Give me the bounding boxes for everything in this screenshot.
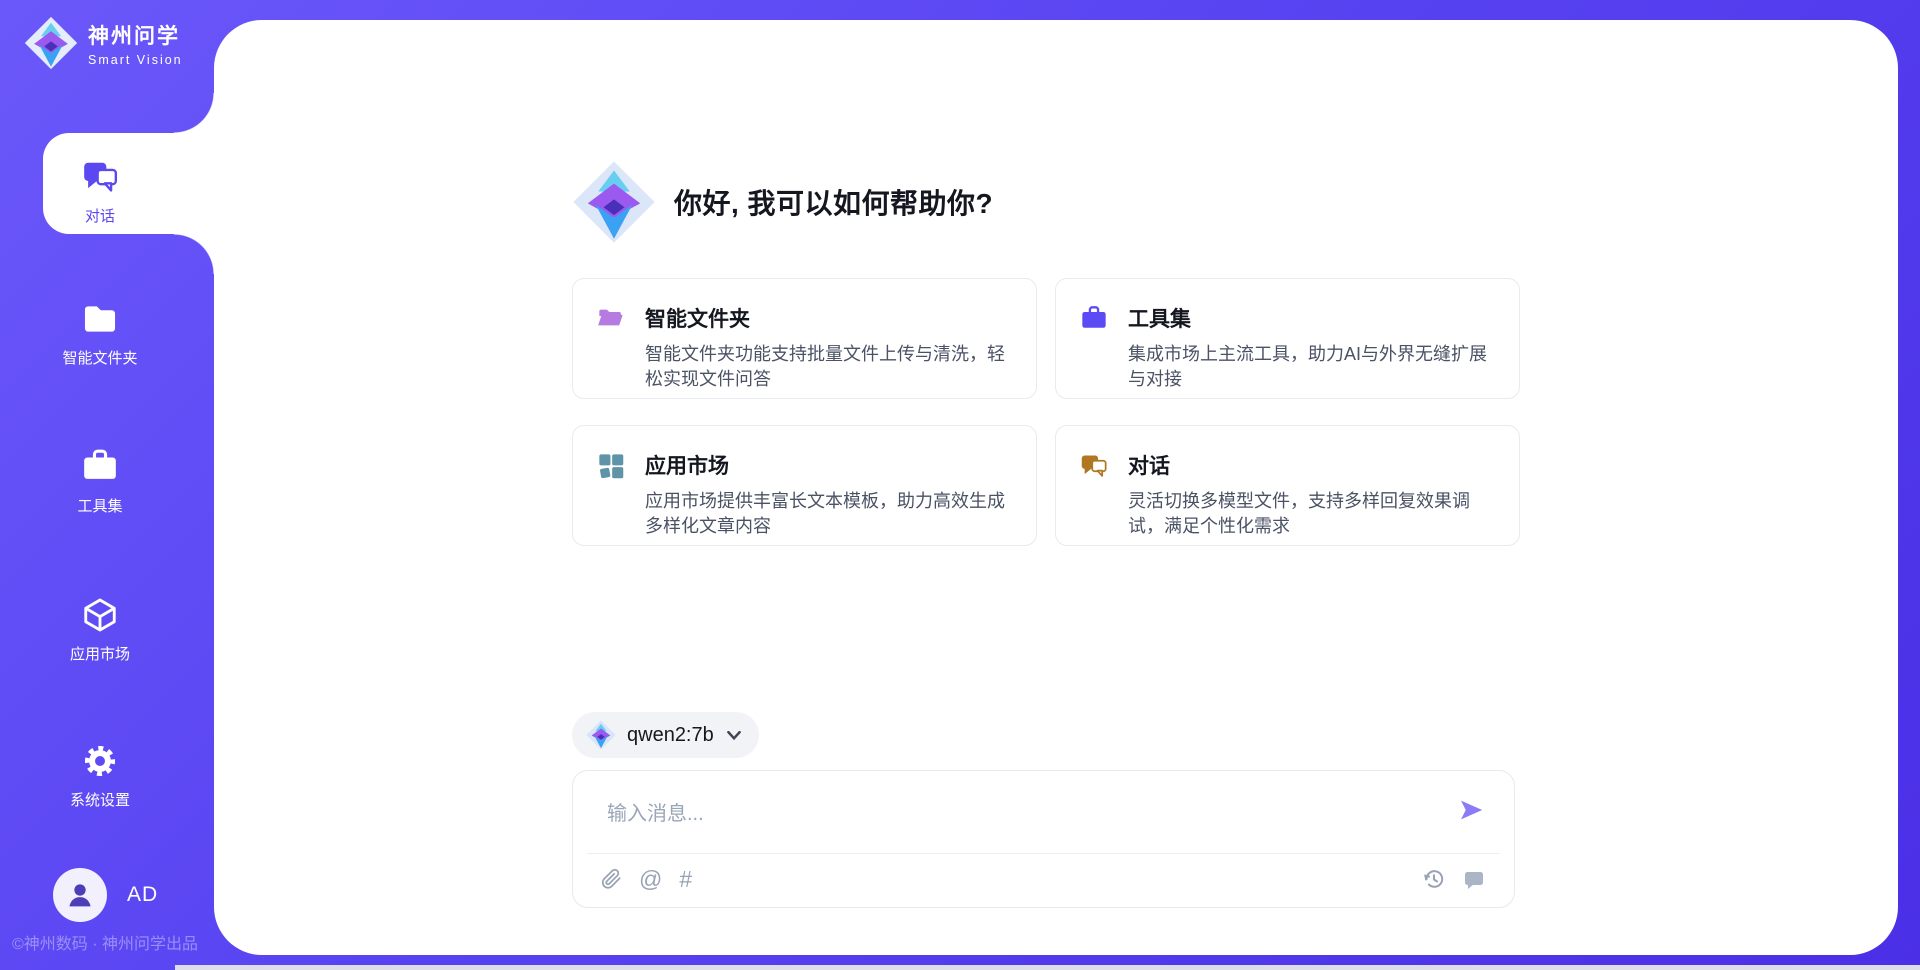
- card-description: 集成市场上主流工具，助力AI与外界无缝扩展与对接: [1128, 342, 1493, 392]
- card-title: 对话: [1128, 450, 1493, 480]
- brand-subtitle: Smart Vision: [88, 53, 183, 67]
- send-button[interactable]: [1456, 795, 1486, 825]
- chat-icon: [81, 158, 119, 196]
- sidebar-item-toolset[interactable]: 工具集: [40, 448, 160, 516]
- brand-name: 神州问学: [88, 20, 183, 50]
- person-icon: [63, 878, 97, 912]
- sidebar-item-app-market[interactable]: 应用市场: [40, 596, 160, 664]
- sidebar-item-smart-folder[interactable]: 智能文件夹: [40, 300, 160, 368]
- main-panel: 你好, 我可以如何帮助你? 智能文件夹 智能文件夹功能支持批量文件上传与清洗，轻…: [214, 20, 1898, 955]
- card-title: 智能文件夹: [645, 303, 1010, 333]
- folder-open-icon: [597, 305, 625, 333]
- model-logo-icon: [586, 720, 616, 750]
- greeting-title: 你好, 我可以如何帮助你?: [674, 182, 993, 222]
- sidebar-item-label: 对话: [85, 205, 115, 226]
- gear-icon: [81, 742, 119, 780]
- card-title: 工具集: [1128, 303, 1493, 333]
- message-input[interactable]: 输入消息...: [607, 797, 704, 826]
- topic-icon[interactable]: #: [679, 867, 692, 891]
- assistant-logo-icon: [572, 160, 656, 244]
- composer-tools-right: [1422, 867, 1486, 891]
- model-name: qwen2:7b: [627, 724, 714, 747]
- attachment-icon[interactable]: [601, 867, 622, 891]
- chevron-down-icon: [727, 731, 741, 740]
- card-body: 工具集 集成市场上主流工具，助力AI与外界无缝扩展与对接: [1128, 303, 1493, 398]
- app-root: 神州问学 Smart Vision 对话: [0, 0, 1920, 970]
- chat-icon: [1080, 452, 1108, 480]
- sidebar-item-label: 智能文件夹: [62, 347, 137, 368]
- composer-tools-left: @ #: [601, 867, 692, 891]
- card-body: 智能文件夹 智能文件夹功能支持批量文件上传与清洗，轻松实现文件问答: [645, 303, 1010, 398]
- sidebar-item-label: 应用市场: [70, 643, 130, 664]
- toolbox-icon: [1080, 305, 1108, 333]
- sidebar-item-settings[interactable]: 系统设置: [40, 742, 160, 810]
- cube-icon: [81, 596, 119, 634]
- feature-card-app-market[interactable]: 应用市场 应用市场提供丰富长文本模板，助力高效生成多样化文章内容: [572, 425, 1037, 546]
- feature-card-toolset[interactable]: 工具集 集成市场上主流工具，助力AI与外界无缝扩展与对接: [1055, 278, 1520, 399]
- sidebar-item-chat[interactable]: 对话: [40, 158, 160, 226]
- horizontal-scrollbar[interactable]: [175, 965, 1920, 970]
- history-icon[interactable]: [1422, 867, 1446, 891]
- avatar: [53, 868, 107, 922]
- sidebar-item-label: 系统设置: [70, 789, 130, 810]
- card-title: 应用市场: [645, 450, 1010, 480]
- feature-cards: 智能文件夹 智能文件夹功能支持批量文件上传与清洗，轻松实现文件问答 工具集 集成…: [572, 278, 1520, 546]
- card-description: 智能文件夹功能支持批量文件上传与清洗，轻松实现文件问答: [645, 342, 1010, 392]
- brand-diamond-icon: [24, 16, 78, 70]
- brand-logo: 神州问学 Smart Vision: [24, 16, 183, 70]
- user-profile[interactable]: AD: [53, 868, 158, 922]
- message-composer[interactable]: 输入消息... @ #: [572, 770, 1515, 908]
- card-description: 应用市场提供丰富长文本模板，助力高效生成多样化文章内容: [645, 489, 1010, 539]
- greeting: 你好, 我可以如何帮助你?: [572, 160, 993, 244]
- feature-card-chat[interactable]: 对话 灵活切换多模型文件，支持多样回复效果调试，满足个性化需求: [1055, 425, 1520, 546]
- composer-divider: [587, 853, 1500, 854]
- copyright-text: ©神州数码 · 神州问学出品: [12, 930, 198, 954]
- card-body: 对话 灵活切换多模型文件，支持多样回复效果调试，满足个性化需求: [1128, 450, 1493, 545]
- brand-text: 神州问学 Smart Vision: [88, 20, 183, 67]
- feature-card-smart-folder[interactable]: 智能文件夹 智能文件夹功能支持批量文件上传与清洗，轻松实现文件问答: [572, 278, 1037, 399]
- user-name: AD: [127, 883, 158, 907]
- folder-icon: [81, 300, 119, 338]
- card-body: 应用市场 应用市场提供丰富长文本模板，助力高效生成多样化文章内容: [645, 450, 1010, 545]
- sidebar-item-label: 工具集: [77, 495, 122, 516]
- chat-bubble-icon[interactable]: [1462, 867, 1486, 891]
- mention-icon[interactable]: @: [639, 867, 662, 891]
- model-selector[interactable]: qwen2:7b: [572, 712, 759, 758]
- sidebar: 神州问学 Smart Vision 对话: [0, 0, 214, 970]
- grid-icon: [597, 452, 625, 480]
- toolbox-icon: [81, 448, 119, 486]
- card-description: 灵活切换多模型文件，支持多样回复效果调试，满足个性化需求: [1128, 489, 1493, 539]
